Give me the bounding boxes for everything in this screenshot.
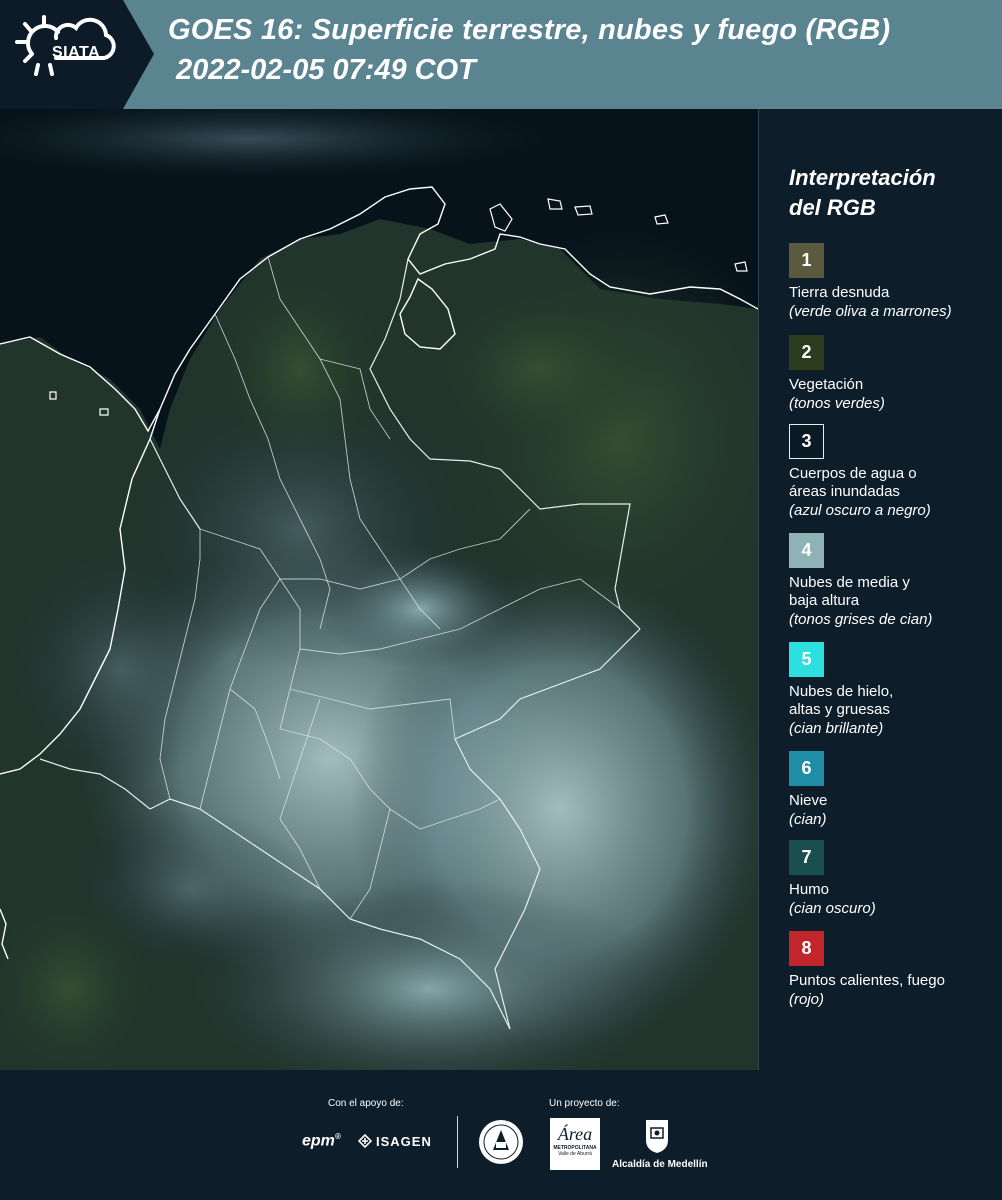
cloud-cover-ecuador: [70, 809, 310, 969]
isagen-logo-text: ISAGEN: [376, 1134, 432, 1149]
legend-label: Cuerpos de agua o áreas inundadas: [789, 465, 999, 501]
epm-logo: epm®: [302, 1132, 341, 1150]
legend-label-line: áreas inundadas: [789, 483, 900, 500]
legend-label: Humo: [789, 881, 999, 899]
legend-number: 5: [801, 649, 812, 669]
legend-number: 2: [801, 342, 812, 362]
legend-swatch-7: 7: [789, 840, 824, 875]
satellite-map[interactable]: [0, 109, 758, 1070]
legend-sublabel: (azul oscuro a negro): [789, 502, 931, 519]
legend-label: Tierra desnuda: [789, 284, 999, 302]
legend-title-line2: del RGB: [789, 195, 876, 220]
footer: Con el apoyo de: Un proyecto de: epm® IS…: [0, 1070, 1002, 1200]
legend-label: Nubes de hielo, altas y gruesas: [789, 683, 999, 719]
legend-swatch-2: 2: [789, 335, 824, 370]
legend-sublabel: (verde oliva a marrones): [789, 303, 952, 320]
epm-logo-text: epm: [302, 1132, 335, 1150]
legend-number: 1: [801, 250, 812, 270]
legend-sublabel: (cian brillante): [789, 720, 884, 737]
legend-number: 6: [801, 758, 812, 778]
area-logo-text: Área: [557, 1124, 593, 1144]
legend-item-snow: 6 Nieve (cian): [789, 751, 999, 829]
legend-label-line: Vegetación: [789, 376, 864, 393]
page-title: GOES 16: Superficie terrestre, nubes y f…: [168, 14, 891, 46]
legend-label-line: baja altura: [789, 592, 860, 609]
legend-item-hotspots: 8 Puntos calientes, fuego (rojo): [789, 931, 999, 1009]
area-logo-line2: Valle de Aburrá: [558, 1151, 592, 1157]
header: SIATA GOES 16: Superficie terrestre, nub…: [0, 0, 1002, 109]
legend-item-bare-soil: 1 Tierra desnuda (verde oliva a marrones…: [789, 243, 999, 321]
legend-label-line: Tierra desnuda: [789, 284, 890, 301]
isagen-mark-icon: [357, 1133, 373, 1149]
legend-label: Puntos calientes, fuego: [789, 972, 999, 990]
footer-divider: [457, 1116, 458, 1168]
northeast-vegetation: [420, 279, 660, 459]
legend-label-line: Nubes de hielo,: [789, 683, 894, 700]
legend-label-line: Nubes de media y: [789, 574, 910, 591]
legend-label: Vegetación: [789, 376, 999, 394]
legend-title-line1: Interpretación: [789, 165, 936, 190]
legend-number: 7: [801, 847, 812, 867]
legend-swatch-3: 3: [789, 424, 824, 459]
legend-number: 8: [801, 938, 812, 958]
legend-item-water: 3 Cuerpos de agua o áreas inundadas (azu…: [789, 424, 999, 520]
legend-swatch-1: 1: [789, 243, 824, 278]
legend-label: Nieve: [789, 792, 999, 810]
legend-sublabel: (cian oscuro): [789, 900, 876, 917]
satellite-image: [0, 109, 758, 1070]
legend-item-ice-clouds: 5 Nubes de hielo, altas y gruesas (cian …: [789, 642, 999, 738]
legend-label-line: Cuerpos de agua o: [789, 465, 917, 482]
isagen-logo: ISAGEN: [357, 1133, 432, 1149]
legend-swatch-8: 8: [789, 931, 824, 966]
legend-sublabel: (tonos grises de cian): [789, 611, 933, 628]
legend-sublabel: (tonos verdes): [789, 395, 885, 412]
legend-swatch-4: 4: [789, 533, 824, 568]
antioquia-seal-icon: [477, 1118, 525, 1166]
legend-item-low-clouds: 4 Nubes de media y baja altura (tonos gr…: [789, 533, 999, 629]
alcaldia-shield-icon: [644, 1118, 670, 1154]
legend-label-line: altas y gruesas: [789, 701, 890, 718]
legend-item-smoke: 7 Humo (cian oscuro): [789, 840, 999, 918]
legend-sublabel: (cian): [789, 811, 827, 828]
legend-sublabel: (rojo): [789, 991, 825, 1008]
logo-text: SIATA: [52, 44, 101, 61]
legend-number: 3: [801, 431, 812, 451]
legend-label-line: Nieve: [789, 792, 828, 809]
legend-label-line: Puntos calientes, fuego: [789, 972, 945, 989]
legend-panel: Interpretación del RGB 1 Tierra desnuda …: [758, 109, 1002, 1070]
alcaldia-text: Alcaldía de Medellín: [612, 1159, 708, 1170]
legend-number: 4: [801, 540, 812, 560]
support-caption: Con el apoyo de:: [328, 1098, 404, 1109]
legend-label: Nubes de media y baja altura: [789, 574, 999, 610]
legend-title: Interpretación del RGB: [789, 163, 989, 223]
legend-label-line: Humo: [789, 881, 830, 898]
project-caption: Un proyecto de:: [549, 1098, 620, 1109]
legend-swatch-5: 5: [789, 642, 824, 677]
page-timestamp: 2022-02-05 07:49 COT: [176, 54, 476, 86]
siata-logo: SIATA: [14, 14, 134, 94]
legend-item-vegetation: 2 Vegetación (tonos verdes): [789, 335, 999, 413]
area-metropolitana-logo: Área METROPOLITANA Valle de Aburrá: [550, 1118, 600, 1170]
legend-swatch-6: 6: [789, 751, 824, 786]
